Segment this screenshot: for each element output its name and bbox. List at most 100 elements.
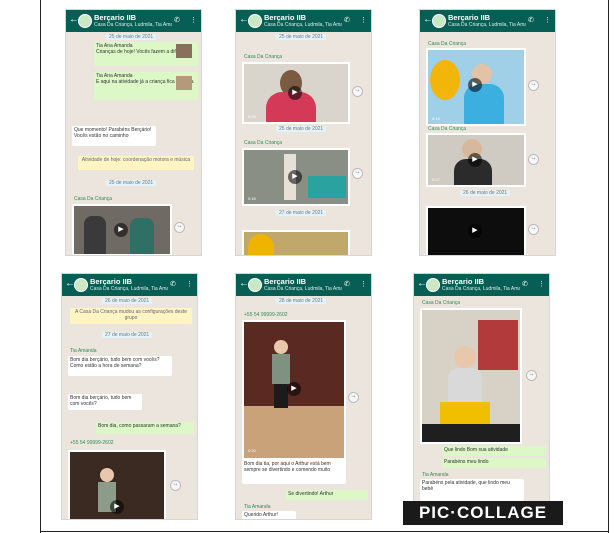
system-message: Atividade de hoje: coordenação motora e … <box>78 156 194 170</box>
video-message[interactable]: ▶ 0:20 <box>242 320 346 460</box>
play-icon[interactable]: ▶ <box>110 500 124 514</box>
child-figure <box>448 368 482 402</box>
play-icon[interactable]: ▶ <box>287 382 301 396</box>
date-separator: 25 de maio de 2021 <box>276 126 327 132</box>
more-vertical-icon[interactable]: ⋮ <box>360 16 367 24</box>
group-avatar[interactable] <box>248 278 262 292</box>
forward-icon[interactable]: ↪ <box>352 86 363 97</box>
date-separator: 25 de maio de 2021 <box>276 34 327 40</box>
more-vertical-icon[interactable]: ⋮ <box>538 280 545 288</box>
phone-icon[interactable]: ✆ <box>170 280 176 288</box>
message-text: Como estão a hora de semana? <box>70 363 142 369</box>
toy-shape <box>430 60 460 100</box>
more-vertical-icon[interactable]: ⋮ <box>186 280 193 288</box>
forward-icon[interactable]: ↪ <box>170 480 181 491</box>
phone-icon[interactable]: ✆ <box>528 16 534 24</box>
play-icon[interactable]: ▶ <box>468 78 482 92</box>
outgoing-message: Que lindo Bom sua atividade <box>442 446 546 456</box>
message-sender: Tia Amanda <box>422 472 449 478</box>
video-message[interactable]: ▶ <box>72 204 172 255</box>
video-message[interactable] <box>242 230 350 255</box>
thumbnail-image[interactable] <box>176 76 192 90</box>
chat-panel-1: ← Berçario IIB Casa Da Criança, Ludmila,… <box>66 10 201 255</box>
forward-icon[interactable]: ↪ <box>352 168 363 179</box>
more-vertical-icon[interactable]: ⋮ <box>544 16 551 24</box>
video-message[interactable] <box>420 308 522 444</box>
message-sender: Tia Amanda <box>70 348 97 354</box>
phone-icon[interactable]: ✆ <box>522 280 528 288</box>
forward-icon[interactable]: ↪ <box>528 80 539 91</box>
video-message[interactable]: ▶ 0:18 <box>242 148 350 206</box>
message-sender: Casa Da Criança <box>244 140 283 146</box>
message-sender: +55 54 99999-2602 <box>244 312 288 318</box>
incoming-message: Bom dia berçário, tudo bem com vocês? Co… <box>68 356 172 376</box>
video-message[interactable]: ▶ <box>68 450 166 519</box>
thumbnail-image[interactable] <box>176 44 192 58</box>
incoming-message: Bom dia tia, por aqui o Arthur está bem … <box>242 460 346 484</box>
forward-icon[interactable]: ↪ <box>348 392 359 403</box>
play-icon[interactable]: ▶ <box>468 224 482 238</box>
phone-icon[interactable]: ✆ <box>344 280 350 288</box>
play-icon[interactable]: ▶ <box>288 170 302 184</box>
chat-panel-6: ← Berçario IIB Casa Da Criança, Ludmila,… <box>414 274 549 519</box>
toy-shape <box>478 320 518 370</box>
video-message[interactable]: ▶ <box>426 206 526 255</box>
video-duration: 0:14 <box>432 116 440 121</box>
play-icon[interactable]: ▶ <box>288 86 302 100</box>
message-sender: +55 54 99999-2602 <box>70 440 114 446</box>
message-sender: Casa Da Criança <box>428 41 467 47</box>
incoming-message: Bom dia berçário, tudo bem com vocês? <box>68 394 142 410</box>
phone-icon[interactable]: ✆ <box>344 16 350 24</box>
collage-right-rule <box>608 0 609 533</box>
outgoing-message: Parabéns meu lindo <box>442 458 546 468</box>
toy-shape <box>248 234 274 255</box>
message-sender: Casa Da Criança <box>428 126 467 132</box>
video-duration: 0:18 <box>248 196 256 201</box>
date-separator: 25 de maio de 2021 <box>106 34 157 40</box>
date-separator: 25 de maio de 2021 <box>106 180 157 186</box>
child-figure <box>454 346 476 368</box>
video-message[interactable]: ▶ 0:09 <box>242 62 350 124</box>
chat-subtitle: Casa Da Criança, Ludmila, Tia Amanda... <box>94 22 172 28</box>
video-duration: 0:20 <box>248 448 256 453</box>
more-vertical-icon[interactable]: ⋮ <box>190 16 197 24</box>
forward-icon[interactable]: ↪ <box>528 154 539 165</box>
collage-left-rule <box>40 0 41 533</box>
message-sender: Casa Da Criança <box>422 300 461 306</box>
person-figure <box>130 218 154 254</box>
video-message[interactable]: ▶ 0:14 <box>426 48 526 126</box>
chat-title[interactable]: Berçario IIB <box>264 277 306 286</box>
chat-header: ← Berçario IIB Casa Da Criança, Ludmila,… <box>236 274 371 296</box>
more-vertical-icon[interactable]: ⋮ <box>360 280 367 288</box>
video-duration: 0:09 <box>248 114 256 119</box>
chat-title[interactable]: Berçario IIB <box>442 277 484 286</box>
chat-title[interactable]: Berçario IIB <box>264 13 306 22</box>
chat-panel-4: ← Berçario IIB Casa Da Criança, Ludmila,… <box>62 274 197 519</box>
group-avatar[interactable] <box>432 14 446 28</box>
date-separator: 28 de maio de 2021 <box>276 298 327 304</box>
group-avatar[interactable] <box>426 278 440 292</box>
chat-title[interactable]: Berçario IIB <box>448 13 490 22</box>
group-avatar[interactable] <box>248 14 262 28</box>
forward-icon[interactable]: ↪ <box>528 224 539 235</box>
chat-panel-3: ← Berçario IIB Casa Da Criança, Ludmila,… <box>420 10 555 255</box>
group-avatar[interactable] <box>78 14 92 28</box>
play-icon[interactable]: ▶ <box>468 153 482 167</box>
message-sender: Casa Da Criança <box>244 54 283 60</box>
video-message[interactable]: ▶ 0:07 <box>426 133 526 187</box>
child-figure <box>274 340 288 354</box>
incoming-message: Querido Arthur! <box>242 511 296 519</box>
phone-icon[interactable]: ✆ <box>174 16 180 24</box>
chat-title[interactable]: Berçario IIB <box>94 13 136 22</box>
floor-mat <box>422 424 520 442</box>
forward-icon[interactable]: ↪ <box>174 222 185 233</box>
chat-panel-2: ← Berçario IIB Casa Da Criança, Ludmila,… <box>236 10 371 255</box>
child-figure <box>100 468 114 482</box>
group-avatar[interactable] <box>74 278 88 292</box>
chat-subtitle: Casa Da Criança, Ludmila, Tia Amanda... <box>442 286 520 292</box>
play-icon[interactable]: ▶ <box>114 223 128 237</box>
chat-title[interactable]: Berçario IIB <box>90 277 132 286</box>
message-sender: Tia Amanda <box>244 504 271 510</box>
chat-subtitle: Casa Da Criança, Ludmila, Tia Amanda... <box>264 22 342 28</box>
forward-icon[interactable]: ↪ <box>526 370 537 381</box>
